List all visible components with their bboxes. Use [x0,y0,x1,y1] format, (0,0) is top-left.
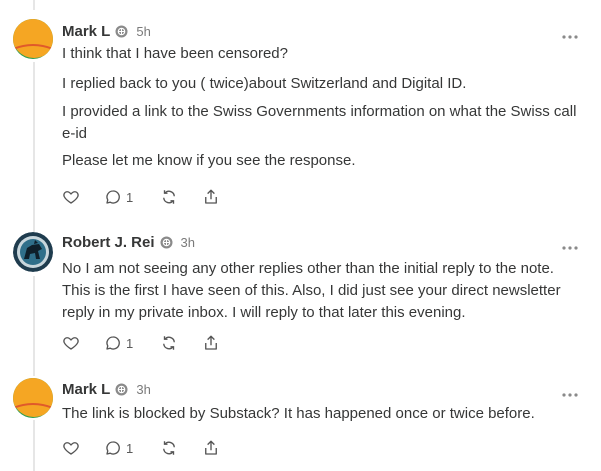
author-name[interactable]: Mark L [62,23,110,40]
subscriber-badge-icon [115,25,128,38]
reply-button[interactable]: 1 [104,188,160,206]
author-name[interactable]: Robert J. Rei [62,234,155,251]
more-icon[interactable] [561,385,579,397]
more-icon[interactable] [561,27,579,39]
comment-text: The link is blocked by Substack? It has … [62,405,535,422]
reply-count: 1 [126,335,134,351]
timestamp[interactable]: 5h [136,24,150,39]
restack-icon [163,190,175,204]
subscriber-badge-icon [160,236,173,249]
like-button[interactable] [62,439,104,457]
share-button[interactable] [202,334,220,352]
comment-header: Robert J. Rei 3h [62,232,195,252]
share-icon [205,440,217,455]
like-button[interactable] [62,334,104,352]
restack-button[interactable] [160,188,202,206]
more-icon[interactable] [561,238,579,250]
share-icon [205,335,217,350]
comment-header: Mark L 5h [62,21,151,41]
comment-icon [106,441,120,455]
heart-icon [63,337,79,350]
share-button[interactable] [202,439,220,457]
subscriber-badge-icon [115,383,128,396]
avatar[interactable] [13,19,53,59]
comment-actions: 1 [62,186,220,208]
share-button[interactable] [202,188,220,206]
comment-actions: 1 [62,332,220,354]
thread-line [33,276,35,376]
comment-text: Please let me know if you see the respon… [62,152,356,169]
reply-count: 1 [126,189,134,205]
comment-icon [106,190,120,204]
comment-text: No I am not seeing any other replies oth… [62,260,561,321]
avatar[interactable] [13,232,53,272]
comment-text: I provided a link to the Swiss Governmen… [62,103,577,142]
restack-icon [163,336,175,350]
timestamp[interactable]: 3h [136,382,150,397]
restack-button[interactable] [160,334,202,352]
reply-button[interactable]: 1 [104,334,160,352]
avatar[interactable] [13,378,53,418]
restack-button[interactable] [160,439,202,457]
comment: Mark L 5h I think that I have been censo… [0,0,601,215]
author-name[interactable]: Mark L [62,381,110,398]
share-icon [205,189,217,204]
reply-button[interactable]: 1 [104,439,160,457]
thread-line [33,420,35,471]
comment-text: I think that I have been censored? [62,45,288,62]
comment-header: Mark L 3h [62,379,151,399]
comment-icon [106,336,120,350]
reply-count: 1 [126,440,134,456]
timestamp[interactable]: 3h [181,235,195,250]
comment-text: I replied back to you ( twice)about Swit… [62,75,467,92]
heart-icon [63,442,79,455]
comment-actions: 1 [62,437,220,459]
like-button[interactable] [62,188,104,206]
heart-icon [63,191,79,204]
restack-icon [163,441,175,455]
